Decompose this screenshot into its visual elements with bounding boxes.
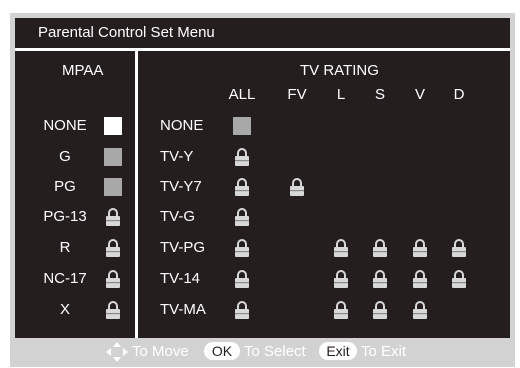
tv-row-label: TV-PG — [160, 239, 206, 256]
tv-column-header: ALL — [228, 86, 256, 103]
lock-icon[interactable] — [234, 270, 250, 288]
title-divider — [15, 48, 510, 51]
lock-icon[interactable] — [289, 178, 305, 196]
mpaa-row-label: NC-17 — [43, 270, 87, 287]
lock-icon[interactable] — [234, 178, 250, 196]
tv-rating-header: TV RATING — [300, 62, 379, 79]
tv-row-label: TV-Y7 — [160, 178, 202, 195]
ok-key-icon: OK — [204, 342, 240, 360]
lock-icon[interactable] — [234, 239, 250, 257]
exit-key-icon: Exit — [319, 342, 357, 360]
move-hint-label: To Move — [132, 343, 189, 360]
column-divider — [135, 51, 138, 338]
tv-column-header: S — [374, 86, 386, 103]
lock-icon[interactable] — [234, 148, 250, 166]
mpaa-row-label: G — [59, 148, 71, 165]
tv-column-header: FV — [287, 86, 307, 103]
lock-icon[interactable] — [333, 270, 349, 288]
selected-box[interactable] — [104, 117, 122, 135]
select-hint-label: To Select — [244, 343, 306, 360]
tv-row-label: TV-G — [160, 208, 196, 225]
lock-icon[interactable] — [372, 239, 388, 257]
unlocked-box[interactable] — [233, 117, 251, 135]
tv-row-label: TV-MA — [160, 301, 206, 318]
mpaa-row-label: X — [59, 301, 71, 318]
mpaa-row-label: PG — [54, 178, 76, 195]
mpaa-row-label: NONE — [43, 117, 87, 134]
lock-icon[interactable] — [372, 270, 388, 288]
mpaa-header: MPAA — [62, 62, 104, 79]
lock-icon[interactable] — [412, 270, 428, 288]
lock-icon[interactable] — [451, 239, 467, 257]
tv-column-header: L — [336, 86, 346, 103]
footer-hints: To Move OK To Select Exit To Exit — [0, 342, 520, 364]
tv-row-label: TV-Y — [160, 148, 194, 165]
lock-icon[interactable] — [105, 301, 121, 319]
tv-column-header: V — [414, 86, 426, 103]
lock-icon[interactable] — [234, 301, 250, 319]
four-way-arrow-icon — [106, 342, 128, 366]
lock-icon[interactable] — [105, 208, 121, 226]
mpaa-row-label: PG-13 — [43, 208, 87, 225]
lock-icon[interactable] — [105, 270, 121, 288]
lock-icon[interactable] — [372, 301, 388, 319]
lock-icon[interactable] — [412, 239, 428, 257]
menu-title: Parental Control Set Menu — [38, 24, 215, 41]
lock-icon[interactable] — [451, 270, 467, 288]
exit-hint-label: To Exit — [361, 343, 407, 360]
lock-icon[interactable] — [105, 239, 121, 257]
mpaa-row-label: R — [59, 239, 71, 256]
lock-icon[interactable] — [412, 301, 428, 319]
tv-row-label: TV-14 — [160, 270, 201, 287]
lock-icon[interactable] — [333, 239, 349, 257]
unlocked-box[interactable] — [104, 178, 122, 196]
lock-icon[interactable] — [234, 208, 250, 226]
unlocked-box[interactable] — [104, 148, 122, 166]
tv-row-label: NONE — [160, 117, 204, 134]
tv-column-header: D — [453, 86, 465, 103]
lock-icon[interactable] — [333, 301, 349, 319]
